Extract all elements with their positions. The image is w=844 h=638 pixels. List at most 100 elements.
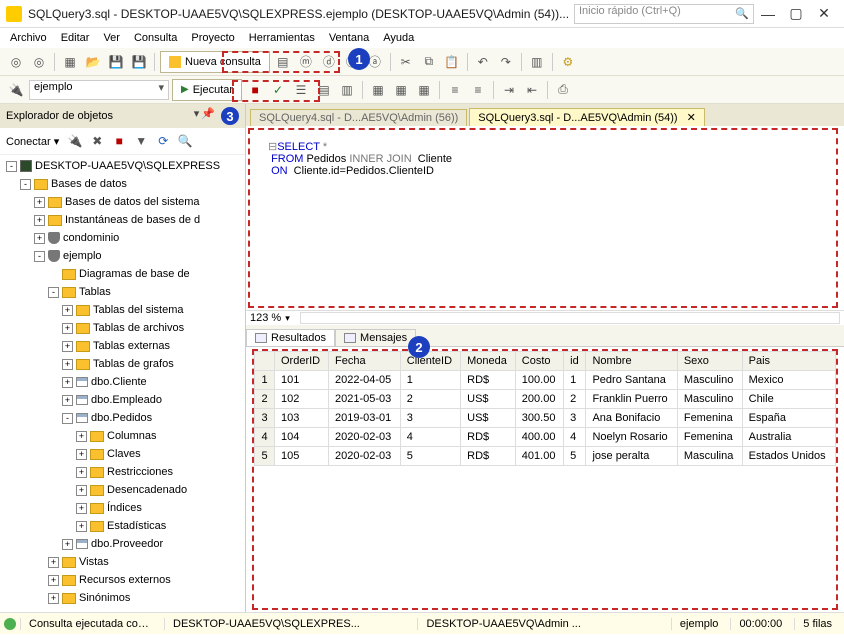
tree-node[interactable]: Diagramas de base de (0, 265, 245, 283)
column-header[interactable]: ClienteID (400, 352, 460, 371)
cell[interactable]: Franklin Puerro (586, 390, 677, 409)
cell[interactable]: 2020-02-03 (329, 428, 401, 447)
redo-button[interactable]: ↷ (496, 52, 516, 72)
database-select[interactable]: ejemplo ▾ (29, 80, 169, 100)
cell[interactable]: RD$ (461, 447, 516, 466)
menu-ver[interactable]: Ver (103, 32, 120, 44)
include-plan-button[interactable]: ▤ (314, 80, 334, 100)
dmx-icon[interactable]: ⓓ (319, 52, 339, 72)
connect-button[interactable]: Conectar ▾ (6, 135, 59, 148)
tree-node[interactable]: +Columnas (0, 427, 245, 445)
save-button[interactable]: 💾 (106, 52, 126, 72)
undo-button[interactable]: ↶ (473, 52, 493, 72)
cell[interactable]: Masculino (677, 371, 742, 390)
expand-toggle[interactable]: - (6, 161, 17, 172)
cell[interactable]: 102 (275, 390, 329, 409)
tree-node[interactable]: +Instantáneas de bases de d (0, 211, 245, 229)
text-icon[interactable]: ▦ (391, 80, 411, 100)
tab-sqlquery3[interactable]: SQLQuery3.sql - D...AE5VQ\Admin (54)) ✕ (469, 108, 705, 126)
expand-toggle[interactable]: + (76, 503, 87, 514)
tab-sqlquery4[interactable]: SQLQuery4.sql - D...AE5VQ\Admin (56)) (250, 109, 467, 126)
cell[interactable]: 2021-05-03 (329, 390, 401, 409)
column-header[interactable]: Sexo (677, 352, 742, 371)
tree-node[interactable]: +Tablas de grafos (0, 355, 245, 373)
change-connection-button[interactable]: 🔌 (6, 80, 26, 100)
zoom-value[interactable]: 123 % (250, 312, 281, 324)
expand-toggle[interactable]: + (34, 233, 45, 244)
new-item-button[interactable]: ▦ (60, 52, 80, 72)
activity-icon[interactable]: ⚙ (558, 52, 578, 72)
tree-node[interactable]: -DESKTOP-UAAE5VQ\SQLEXPRESS (0, 157, 245, 175)
open-button[interactable]: 📂 (83, 52, 103, 72)
tree-node[interactable]: +Tablas de archivos (0, 319, 245, 337)
expand-toggle[interactable]: + (76, 449, 87, 460)
menu-ventana[interactable]: Ventana (329, 32, 369, 44)
nav-back-button[interactable]: ◎ (6, 52, 26, 72)
tree-node[interactable]: +Claves (0, 445, 245, 463)
cell[interactable]: 2 (564, 390, 586, 409)
filter-icon[interactable]: ▼ (131, 131, 151, 151)
cell[interactable]: 200.00 (515, 390, 563, 409)
indent-button[interactable]: ⇥ (499, 80, 519, 100)
comment-button[interactable]: ≡ (445, 80, 465, 100)
cell[interactable]: 103 (275, 409, 329, 428)
tree-node[interactable]: -Bases de datos (0, 175, 245, 193)
menu-ayuda[interactable]: Ayuda (383, 32, 414, 44)
search-tree-icon[interactable]: 🔍 (175, 131, 195, 151)
results-text-button[interactable]: ▥ (337, 80, 357, 100)
cell[interactable]: Pedro Santana (586, 371, 677, 390)
new-query-button[interactable]: Nueva consulta (160, 51, 270, 73)
results-grid[interactable]: OrderIDFechaClienteIDMonedaCostoidNombre… (252, 349, 838, 610)
cell[interactable]: 1 (400, 371, 460, 390)
object-tree[interactable]: -DESKTOP-UAAE5VQ\SQLEXPRESS-Bases de dat… (0, 155, 245, 612)
cell[interactable]: jose peralta (586, 447, 677, 466)
menu-archivo[interactable]: Archivo (10, 32, 47, 44)
close-button[interactable]: ✕ (810, 5, 838, 22)
column-header[interactable]: Nombre (586, 352, 677, 371)
tab-mensajes[interactable]: Mensajes (335, 329, 416, 346)
tree-node[interactable]: -ejemplo (0, 247, 245, 265)
tab-close-icon[interactable]: ✕ (687, 112, 696, 124)
xquery-icon[interactable]: ▤ (273, 52, 293, 72)
expand-toggle[interactable]: + (76, 485, 87, 496)
tree-node[interactable]: +Tablas del sistema (0, 301, 245, 319)
column-header[interactable]: Fecha (329, 352, 401, 371)
cell[interactable]: Estados Unidos (742, 447, 835, 466)
tree-node[interactable]: +Bases de datos del sistema (0, 193, 245, 211)
maximize-button[interactable]: ▢ (782, 5, 810, 22)
table-row[interactable]: 41042020-02-034RD$400.004Noelyn RosarioF… (255, 428, 836, 447)
cell[interactable]: 401.00 (515, 447, 563, 466)
dropdown-icon[interactable]: ▾ (194, 107, 200, 125)
cell[interactable]: 2 (400, 390, 460, 409)
cell[interactable]: 3 (400, 409, 460, 428)
cell[interactable]: España (742, 409, 835, 428)
solution-button[interactable]: ▥ (527, 52, 547, 72)
cell[interactable]: 300.50 (515, 409, 563, 428)
plan-button[interactable]: ☰ (291, 80, 311, 100)
tree-node[interactable]: +Índices (0, 499, 245, 517)
cell[interactable]: 5 (564, 447, 586, 466)
expand-toggle[interactable]: + (48, 557, 59, 568)
expand-toggle[interactable]: + (62, 377, 73, 388)
stop-button[interactable]: ■ (245, 80, 265, 100)
expand-toggle[interactable]: - (48, 287, 59, 298)
execute-button[interactable]: ▶Ejecutar (172, 79, 242, 101)
zoom-dropdown-icon[interactable]: ▾ (285, 313, 290, 324)
tree-node[interactable]: +dbo.Proveedor (0, 535, 245, 553)
cell[interactable]: Femenina (677, 409, 742, 428)
expand-toggle[interactable]: - (62, 413, 73, 424)
cell[interactable]: Femenina (677, 428, 742, 447)
column-header[interactable]: OrderID (275, 352, 329, 371)
tree-node[interactable]: +Restricciones (0, 463, 245, 481)
menu-consulta[interactable]: Consulta (134, 32, 177, 44)
tree-node[interactable]: +Estadísticas (0, 517, 245, 535)
tab-resultados[interactable]: Resultados (246, 329, 335, 346)
cell[interactable]: 1 (564, 371, 586, 390)
cell[interactable]: 3 (564, 409, 586, 428)
expand-toggle[interactable]: + (48, 575, 59, 586)
cell[interactable]: 2020-02-03 (329, 447, 401, 466)
expand-toggle[interactable]: + (62, 539, 73, 550)
nav-fwd-button[interactable]: ◎ (29, 52, 49, 72)
mdx-icon[interactable]: ⓜ (296, 52, 316, 72)
column-header[interactable]: id (564, 352, 586, 371)
